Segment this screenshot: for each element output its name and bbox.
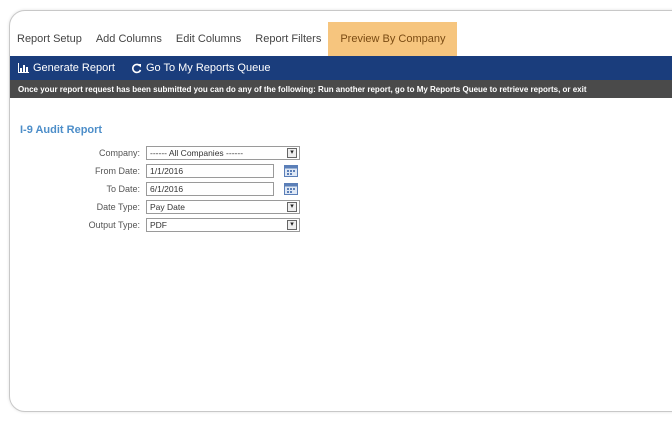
from-date-label: From Date:	[94, 166, 140, 176]
company-row: Company: ------ All Companies ------ ▾	[10, 145, 300, 161]
company-value: ------ All Companies ------	[150, 148, 244, 158]
refresh-icon	[131, 63, 142, 73]
generate-report-label: Generate Report	[33, 62, 115, 74]
chevron-down-icon[interactable]: ▾	[287, 220, 297, 230]
date-type-row: Date Type: Pay Date ▾	[10, 199, 300, 215]
tab-add-columns[interactable]: Add Columns	[89, 22, 169, 56]
go-to-reports-queue-button[interactable]: Go To My Reports Queue	[131, 62, 271, 74]
to-date-input[interactable]: 6/1/2016	[146, 182, 274, 196]
calendar-icon[interactable]	[284, 165, 298, 177]
toolbar: Generate Report Go To My Reports Queue	[10, 56, 672, 80]
output-type-select[interactable]: PDF ▾	[146, 218, 300, 232]
to-date-row: To Date: 6/1/2016	[10, 181, 298, 197]
from-date-input[interactable]: 1/1/2016	[146, 164, 274, 178]
company-select[interactable]: ------ All Companies ------ ▾	[146, 146, 300, 160]
date-type-label: Date Type:	[96, 202, 140, 212]
go-to-reports-queue-label: Go To My Reports Queue	[145, 62, 271, 74]
tab-report-filters[interactable]: Report Filters	[248, 22, 328, 56]
calendar-icon[interactable]	[284, 183, 298, 195]
company-label: Company:	[98, 148, 140, 158]
output-type-row: Output Type: PDF ▾	[10, 217, 300, 233]
output-type-label: Output Type:	[88, 220, 140, 230]
tab-report-setup[interactable]: Report Setup	[10, 22, 89, 56]
date-type-value: Pay Date	[150, 202, 185, 212]
generate-report-button[interactable]: Generate Report	[18, 62, 115, 74]
date-type-select[interactable]: Pay Date ▾	[146, 200, 300, 214]
bar-chart-icon	[18, 63, 29, 73]
info-message: Once your report request has been submit…	[10, 80, 672, 98]
from-date-row: From Date: 1/1/2016	[10, 163, 298, 179]
tab-preview-by-company[interactable]: Preview By Company	[328, 22, 458, 56]
to-date-label: To Date:	[106, 184, 140, 194]
tab-bar: Report Setup Add Columns Edit Columns Re…	[10, 22, 458, 56]
report-title: I-9 Audit Report	[20, 124, 103, 136]
chevron-down-icon[interactable]: ▾	[287, 148, 297, 158]
chevron-down-icon[interactable]: ▾	[287, 202, 297, 212]
tab-edit-columns[interactable]: Edit Columns	[169, 22, 248, 56]
output-type-value: PDF	[150, 220, 167, 230]
